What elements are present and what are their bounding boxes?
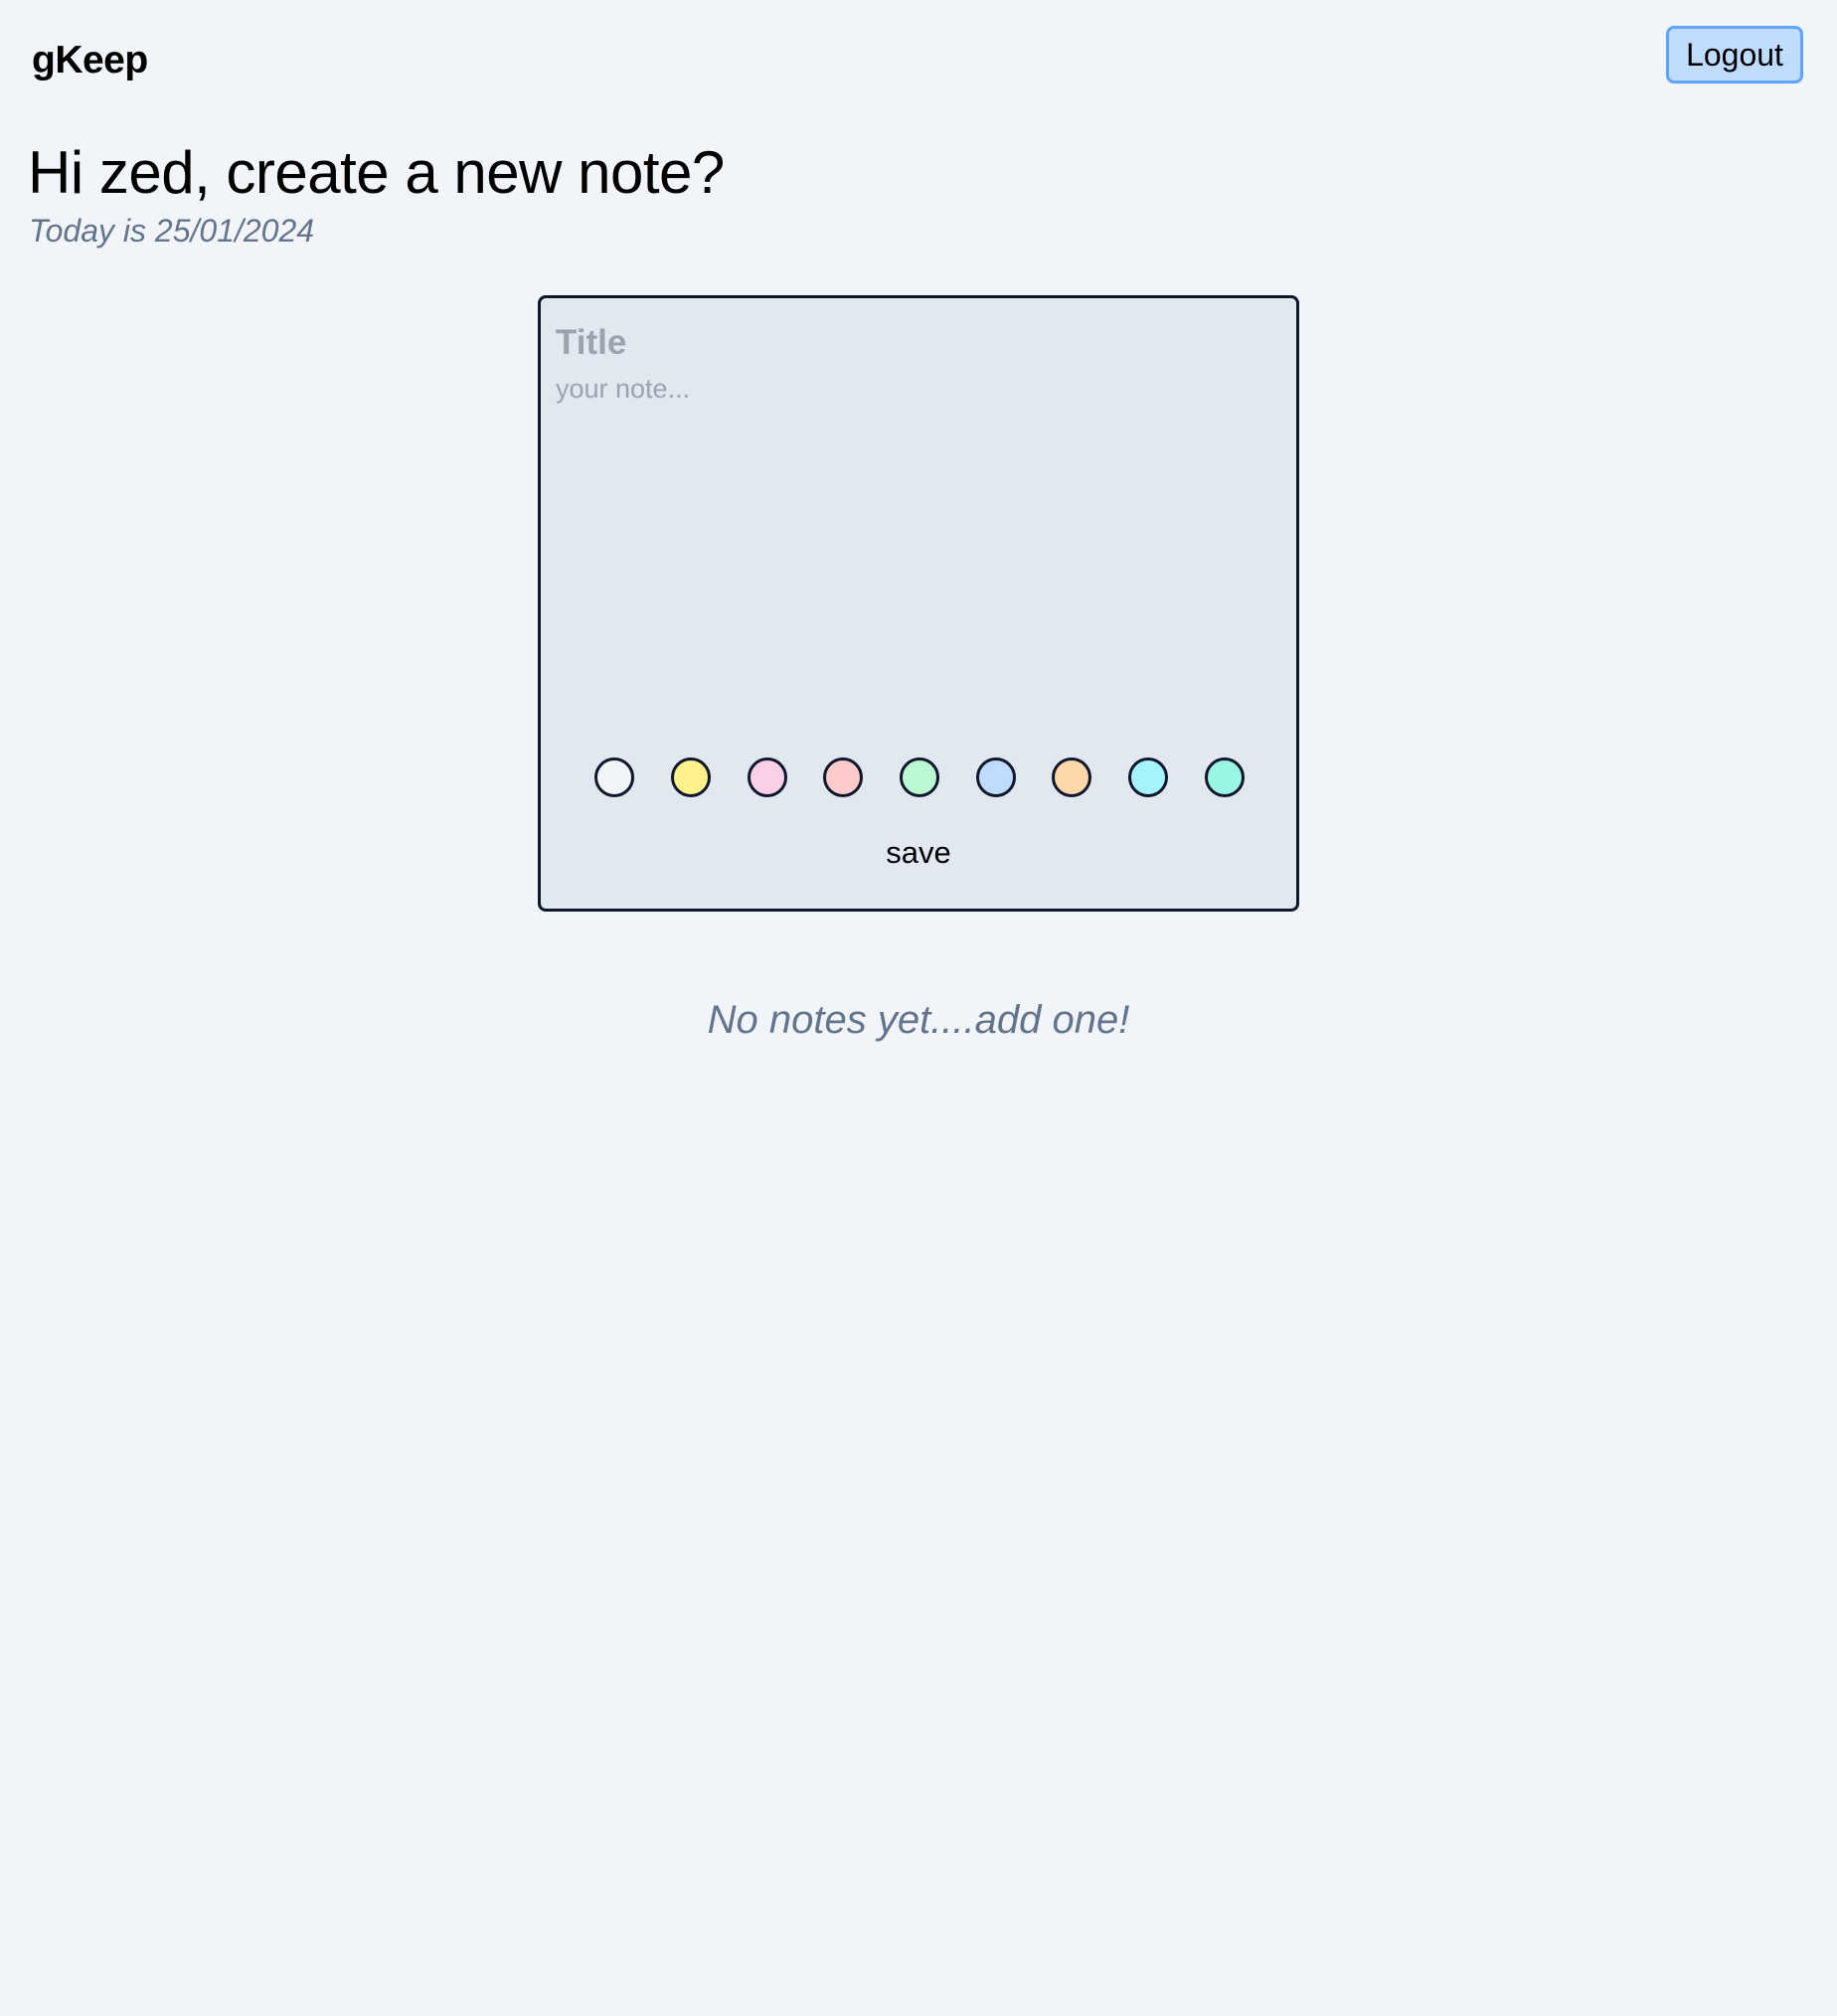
note-body-textarea[interactable] [556, 374, 1271, 712]
date-subtitle: Today is 25/01/2024 [29, 213, 315, 249]
page-title: Hi zed, create a new note? [28, 139, 725, 206]
color-swatch-white[interactable] [594, 757, 634, 797]
note-title-input[interactable] [556, 318, 1271, 368]
color-swatch-yellow[interactable] [671, 757, 711, 797]
note-editor-card: save [538, 295, 1299, 912]
color-swatch-cyan[interactable] [1128, 757, 1168, 797]
color-swatch-orange[interactable] [1052, 757, 1091, 797]
color-swatch-green[interactable] [900, 757, 939, 797]
color-swatch-red[interactable] [823, 757, 863, 797]
empty-notes-message: No notes yet....add one! [707, 998, 1130, 1042]
save-button[interactable]: save [849, 831, 988, 875]
color-swatch-pink[interactable] [748, 757, 787, 797]
logout-button[interactable]: Logout [1666, 26, 1803, 84]
color-swatch-blue[interactable] [976, 757, 1016, 797]
color-picker [541, 757, 1296, 799]
color-swatch-teal[interactable] [1205, 757, 1245, 797]
app-brand: gKeep [32, 39, 148, 82]
